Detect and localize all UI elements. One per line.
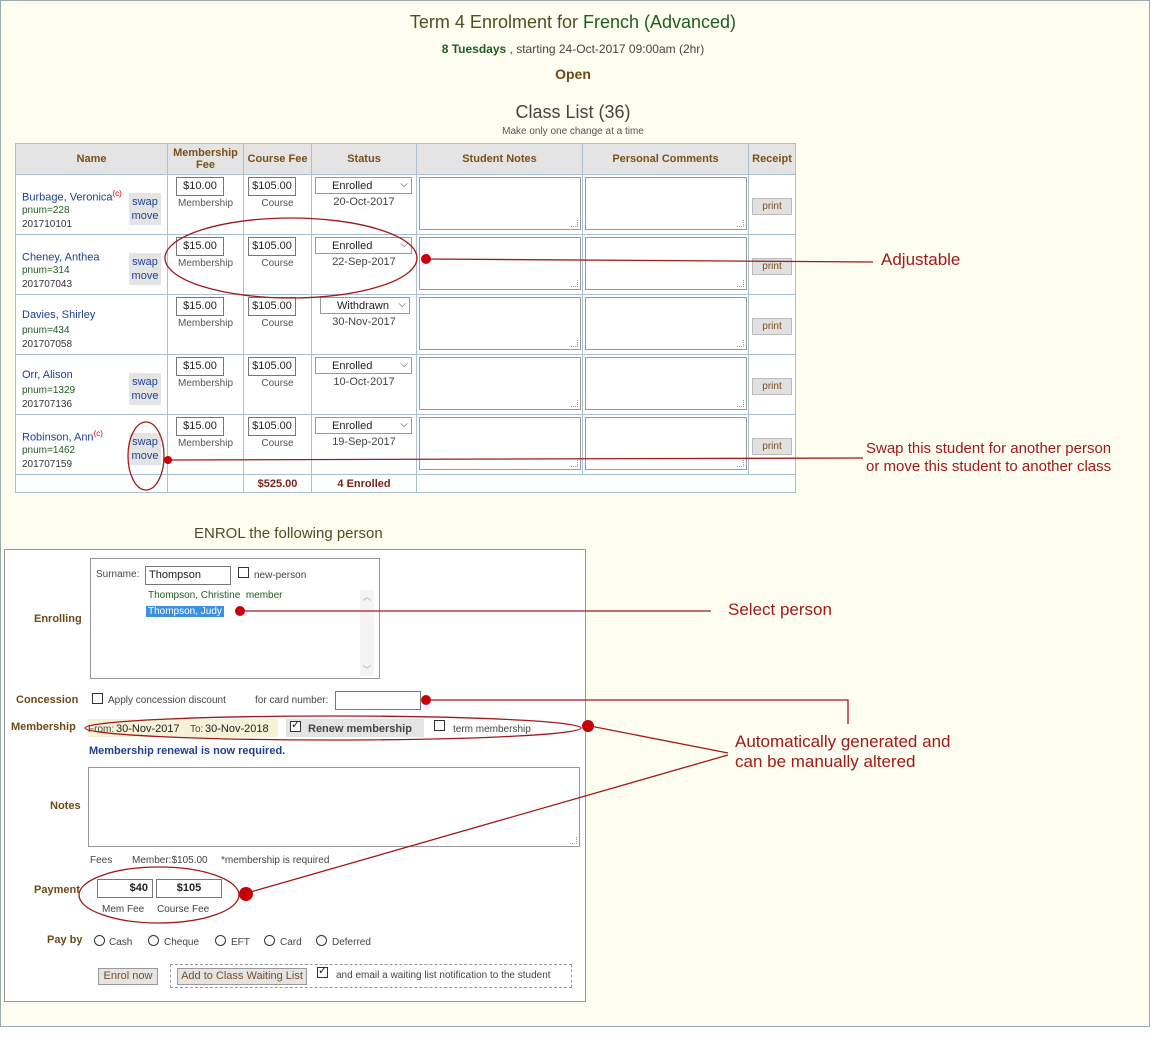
annotation-dot xyxy=(239,887,253,901)
annotation-ellipse-payment xyxy=(78,866,240,924)
annotation-swap-line2: or move this student to another class xyxy=(866,458,1112,475)
annotation-line-adjustable xyxy=(425,258,874,263)
annotation-dot xyxy=(421,254,431,264)
annotation-ellipse-swap xyxy=(127,421,165,491)
annotation-select-person: Select person xyxy=(728,600,832,619)
annotation-ellipse-adjustable xyxy=(164,217,418,299)
annotation-auto-line1: Automatically generated and xyxy=(735,732,951,751)
annotation-dot xyxy=(582,720,594,732)
annotation-adjustable: Adjustable xyxy=(881,250,961,269)
annotation-line-swap xyxy=(169,457,864,461)
annotation-ellipse-membership xyxy=(84,715,582,741)
annotation-line-concession xyxy=(426,699,849,724)
annotation-auto-line2: can be manually altered xyxy=(735,752,916,771)
annotation-line-auto-1 xyxy=(589,725,729,754)
annotation-line-auto-2 xyxy=(246,754,729,894)
annotation-dot xyxy=(421,695,431,705)
annotation-swap-line1: Swap this student for another person xyxy=(866,440,1112,457)
annotation-dot xyxy=(235,606,245,616)
annotation-overlay xyxy=(78,217,874,924)
annotation-dot xyxy=(164,456,172,464)
